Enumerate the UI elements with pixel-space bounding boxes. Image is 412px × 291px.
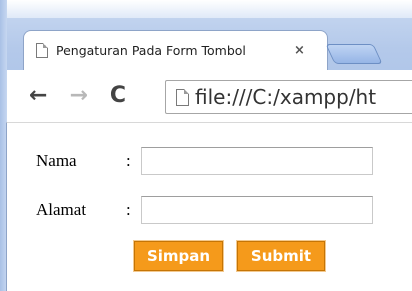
page-icon [36,42,48,58]
forward-arrow-icon[interactable]: → [69,85,87,107]
form-row-nama: Nama : [36,147,373,175]
nama-colon: : [126,151,131,170]
back-arrow-icon[interactable]: ← [29,85,47,107]
nama-label: Nama [36,151,77,170]
alamat-label: Alamat [36,200,87,219]
reload-icon[interactable]: C [110,85,126,107]
nama-input[interactable] [141,147,373,175]
new-tab-button[interactable] [325,44,383,64]
address-bar[interactable]: file:///C:/xampp/ht [165,80,412,114]
close-icon[interactable]: × [294,43,305,58]
simpan-button[interactable]: Simpan [133,240,224,272]
file-page-icon [176,88,189,106]
tab-title: Pengaturan Pada Form Tombol [56,42,246,58]
active-tab-content[interactable]: Pengaturan Pada Form Tombol × [30,30,320,70]
browser-toolbar: ← → C file:///C:/xampp/ht [6,70,412,122]
browser-frame-highlight [0,0,412,18]
submit-button[interactable]: Submit [236,240,326,272]
alamat-input[interactable] [141,196,373,224]
alamat-colon: : [126,200,131,219]
address-url[interactable]: file:///C:/xampp/ht [195,85,376,109]
form-row-alamat: Alamat : [36,196,373,224]
